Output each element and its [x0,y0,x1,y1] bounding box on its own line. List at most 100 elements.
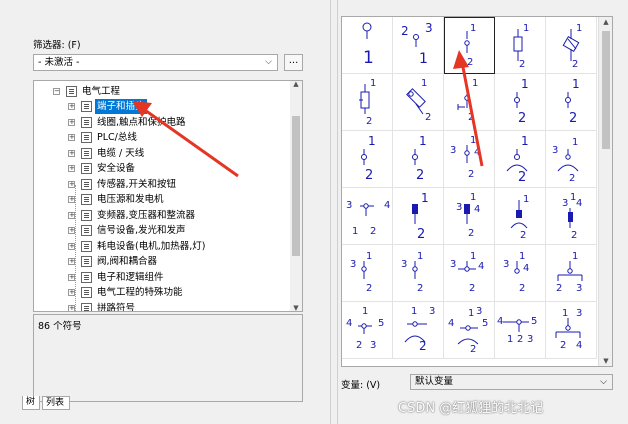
svg-text:3: 3 [450,145,456,156]
symbol-cell[interactable]: 1 [342,17,393,74]
svg-text:1: 1 [417,251,423,262]
terminal-symbol-icon: 2 3 1 [401,21,433,67]
symbol-cell[interactable]: 12 [495,131,546,188]
tab-tree-label: 树 [26,397,36,407]
expand-icon[interactable]: + [68,242,75,250]
terminal-symbol-icon: 415 2 3 [346,306,384,351]
symbol-cell[interactable]: 12 [393,188,444,245]
tree-scroll-thumb[interactable] [292,116,300,256]
symbol-cell[interactable]: 12 [342,74,393,131]
symbol-cell[interactable]: 312 [342,245,393,302]
symbol-cell[interactable]: 3142 [444,245,495,302]
variant-select[interactable]: 默认变量 ⌵ [410,374,613,390]
symbol-cell[interactable]: 12 [444,17,495,74]
symbol-cell[interactable]: 3142 [444,131,495,188]
symbol-cell[interactable]: 12 [444,74,495,131]
svg-text:2: 2 [366,283,372,294]
expand-icon[interactable]: + [68,289,75,296]
symbol-cell[interactable]: 12 [546,17,597,74]
expand-icon[interactable]: + [68,227,75,234]
terminal-symbol-icon: 4 5 1 2 3 [497,316,537,345]
svg-text:2: 2 [419,339,427,353]
svg-text:1: 1 [472,78,478,89]
watermark: CSDN @红狐狸的北北记 [398,401,544,416]
svg-text:3: 3 [370,340,376,351]
collapse-icon[interactable]: − [53,88,60,95]
svg-text:1: 1 [468,308,474,319]
svg-text:1: 1 [470,135,476,146]
symbol-cell[interactable]: 13 24 [546,302,597,359]
tab-list-label: 列表 [46,398,65,408]
terminal-symbol-icon: 1 3 2 4 [555,308,582,351]
symbol-cell[interactable]: 1 3 2 [393,302,444,359]
terminal-symbol-icon: 12 [562,23,582,70]
svg-text:2: 2 [569,111,577,126]
expand-icon[interactable]: + [68,149,75,157]
svg-text:4: 4 [576,340,582,351]
scroll-up-icon[interactable]: ▲ [599,18,612,26]
tree-item-label: 线圈,触点和保护电路 [97,116,186,128]
panel-splitter[interactable] [330,0,338,424]
symbol-cell[interactable]: 4 5 123 [495,302,546,359]
svg-text:5: 5 [378,318,384,329]
symbol-cell[interactable]: 3142 [495,245,546,302]
scroll-up-icon[interactable]: ▲ [290,81,302,88]
expand-icon[interactable]: + [68,165,75,172]
symbol-cell[interactable]: 12 [393,74,444,131]
symbol-cell[interactable]: 3 4 1 2 [342,188,393,245]
svg-text:2: 2 [520,230,526,241]
symbol-cell[interactable]: 415 23 [342,302,393,359]
symbol-cell[interactable]: 12 [495,188,546,245]
grid-scroll-thumb[interactable] [602,31,610,149]
svg-text:2: 2 [417,227,425,242]
scroll-down-icon[interactable]: ▼ [599,357,612,365]
svg-text:1: 1 [576,23,582,34]
svg-text:2: 2 [366,116,372,127]
expand-icon[interactable]: + [68,180,75,188]
expand-icon[interactable]: + [68,134,75,141]
filter-more-button[interactable]: ... [284,54,303,71]
svg-text:2: 2 [425,112,431,123]
expand-icon[interactable]: + [68,273,75,281]
filter-select[interactable]: - 未激活 - ⌵ [33,54,278,71]
expand-icon[interactable]: + [68,103,75,110]
symbol-cell[interactable]: 12 [495,17,546,74]
svg-text:3: 3 [576,283,582,294]
tab-list[interactable]: 列表 [42,396,70,410]
expand-icon[interactable]: + [68,196,75,203]
symbol-cell[interactable]: 12 [393,131,444,188]
svg-text:2: 2 [370,226,376,237]
symbol-cell[interactable]: 312 [546,131,597,188]
symbol-cell[interactable]: 2 3 1 [393,17,444,74]
terminal-symbol-icon: 12 [361,134,376,183]
tree-scrollbar[interactable]: ▲ ▼ [290,81,302,311]
svg-text:3: 3 [401,259,407,270]
expand-icon[interactable]: + [68,211,75,219]
expand-icon[interactable]: + [68,258,75,265]
symbol-folder-icon [81,163,92,174]
symbol-cell[interactable]: 12 [546,74,597,131]
symbol-cell[interactable]: 31 2 [393,245,444,302]
svg-text:2: 2 [417,283,423,294]
symbol-cell[interactable]: 1 2 3 [546,245,597,302]
symbol-cell[interactable]: 4 135 2 [444,302,495,359]
terminal-symbol-icon: 3142 [562,192,582,241]
chevron-down-icon: ⌵ [265,57,272,67]
expand-icon[interactable]: + [68,118,75,126]
svg-text:2: 2 [518,111,526,126]
terminal-symbol-icon: 12 [464,23,476,68]
symbol-cell[interactable]: 12 [342,131,393,188]
symbol-cell[interactable]: 3142 [546,188,597,245]
svg-text:1: 1 [521,134,529,148]
svg-text:4: 4 [474,147,480,158]
symbol-tree-panel: 筛选器: (F) - 未激活 - ⌵ ... − 电气工程 + 端子和插头 + 线圈,触点… [0,0,330,424]
expand-icon[interactable]: + [68,304,75,311]
tab-tree[interactable]: 树 [22,396,40,410]
symbol-folder-icon [81,101,92,112]
symbol-folder-icon [81,209,92,221]
svg-text:2: 2 [469,283,475,294]
scroll-down-icon[interactable]: ▼ [290,304,302,311]
symbol-cell[interactable]: 3142 [444,188,495,245]
symbol-cell[interactable]: 12 [495,74,546,131]
grid-scrollbar[interactable]: ▲ ▼ [598,17,612,366]
